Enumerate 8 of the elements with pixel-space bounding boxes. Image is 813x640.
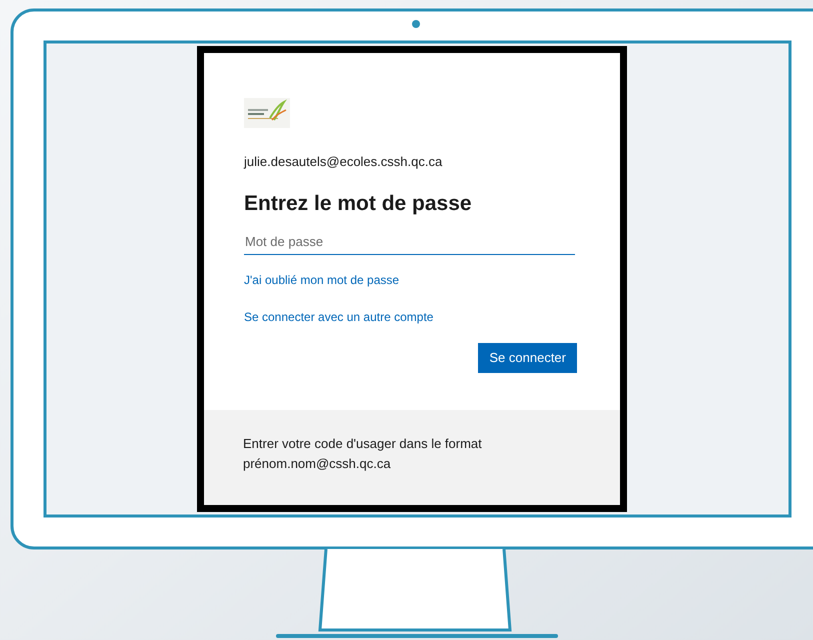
password-field[interactable]: Mot de passe: [244, 229, 575, 255]
text-link[interactable]: Se connecter avec un autre compte: [244, 308, 434, 326]
account-email: julie.desautels@ecoles.cssh.qc.ca: [244, 153, 444, 171]
sign-in-button[interactable]: Se connecter: [478, 343, 577, 373]
text-link[interactable]: J'ai oublié mon mot de passe: [244, 271, 400, 289]
footer-text: Entrer votre code d'usager dans le format prénom.nom@cssh.qc.ca: [243, 435, 483, 473]
logo-drawing: [244, 98, 290, 128]
page-heading: Entrez le mot de passe: [244, 190, 473, 216]
